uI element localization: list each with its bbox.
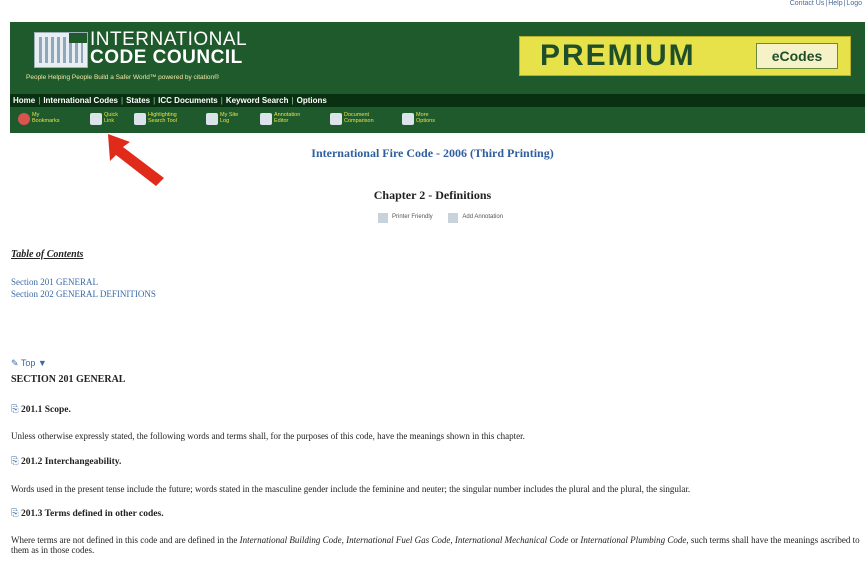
book-title: International Fire Code - 2006 (Third Pr…: [311, 146, 554, 160]
toc-link-section-202[interactable]: Section 202 GENERAL DEFINITIONS: [11, 289, 156, 299]
printer-friendly-button[interactable]: Printer Friendly: [378, 213, 433, 223]
quick-link-icon: [90, 113, 102, 125]
nav-home[interactable]: Home: [10, 94, 38, 107]
paragraph: Where terms are not defined in this code…: [11, 535, 861, 555]
site-log-icon: [206, 113, 218, 125]
code-reference: International Building Code, Internation…: [239, 535, 569, 545]
header-banner: INTERNATIONAL CODE COUNCIL People Helpin…: [10, 22, 865, 94]
code-reference: International Plumbing Code: [580, 535, 687, 545]
logout-link[interactable]: Logo: [846, 0, 862, 7]
tool-label: Search Tool: [148, 118, 177, 124]
bookmark-icon: [18, 113, 30, 125]
highlight-icon: [134, 113, 146, 125]
contact-us-link[interactable]: Contact Us: [790, 0, 825, 7]
ecodes-logo: eCodes: [756, 43, 838, 69]
bookmark-hand-icon: ✎: [11, 358, 19, 368]
premium-ecodes-logo: PREMIUM eCodes: [519, 36, 851, 76]
printer-icon: [378, 213, 388, 223]
tool-label: Editor: [274, 118, 289, 124]
compare-icon: [330, 113, 342, 125]
toc-heading: Table of Contents: [11, 249, 84, 260]
premium-word: PREMIUM: [540, 39, 696, 72]
tagline: People Helping People Build a Safer Worl…: [26, 74, 219, 81]
tool-label: Link: [104, 118, 115, 124]
paragraph: Words used in the present tense include …: [11, 484, 691, 494]
chevron-down-icon: ▼: [37, 358, 47, 368]
annotation-icon: [448, 213, 459, 223]
printer-label: Printer Friendly: [392, 214, 433, 220]
subsection-title: 201.1 Scope.: [20, 405, 71, 415]
top-utility-links: Contact Us|Help|Logo: [789, 0, 862, 7]
help-link[interactable]: Help: [828, 0, 842, 7]
bookmark-small-icon[interactable]: ⎘: [11, 405, 19, 415]
tool-label: Log: [220, 118, 230, 124]
chapter-title: Chapter 2 - Definitions: [373, 188, 492, 202]
main-nav: Home | International Codes | States | ICC Docu…: [10, 94, 865, 107]
nav-icc-documents[interactable]: ICC Documents: [155, 94, 221, 107]
subsection-heading: ⎘ 201.3 Terms defined in other codes.: [11, 508, 164, 519]
nav-options[interactable]: Options: [294, 94, 330, 107]
top-label: Top: [20, 358, 36, 368]
annotation-icon: [260, 113, 272, 125]
subsection-title: 201.3 Terms defined in other codes.: [20, 509, 164, 519]
nav-states[interactable]: States: [123, 94, 153, 107]
paragraph: Unless otherwise expressly stated, the f…: [11, 431, 525, 441]
nav-international-codes[interactable]: International Codes: [40, 94, 121, 107]
chapter-actions: Printer Friendly Add Annotation: [378, 213, 517, 223]
nav-keyword-search[interactable]: Keyword Search: [223, 94, 292, 107]
subsection-title: 201.2 Interchangeability.: [20, 457, 122, 467]
text-run: or: [568, 535, 581, 545]
subsection-heading: ⎘ 201.2 Interchangeability.: [11, 456, 121, 467]
tool-label: Options: [416, 118, 435, 124]
tool-label: Comparison: [344, 118, 374, 124]
text-run: Where terms are not defined in this code…: [11, 535, 240, 545]
subsection-heading: ⎘ 201.1 Scope.: [11, 404, 71, 415]
bookmark-small-icon[interactable]: ⎘: [11, 457, 19, 467]
icc-logo-icon: [34, 32, 88, 68]
section-heading: SECTION 201 GENERAL: [11, 374, 126, 385]
toc-link-section-201[interactable]: Section 201 GENERAL: [11, 277, 98, 287]
organization-name: INTERNATIONAL CODE COUNCIL: [90, 30, 247, 68]
top-link[interactable]: ✎ Top ▼: [11, 358, 47, 369]
tool-label: Bookmarks: [32, 118, 60, 124]
options-icon: [402, 113, 414, 125]
org-name-line2: CODE COUNCIL: [90, 47, 243, 68]
annotation-label: Add Annotation: [462, 214, 504, 220]
add-annotation-button[interactable]: Add Annotation: [448, 213, 504, 223]
bookmark-small-icon[interactable]: ⎘: [11, 509, 19, 519]
